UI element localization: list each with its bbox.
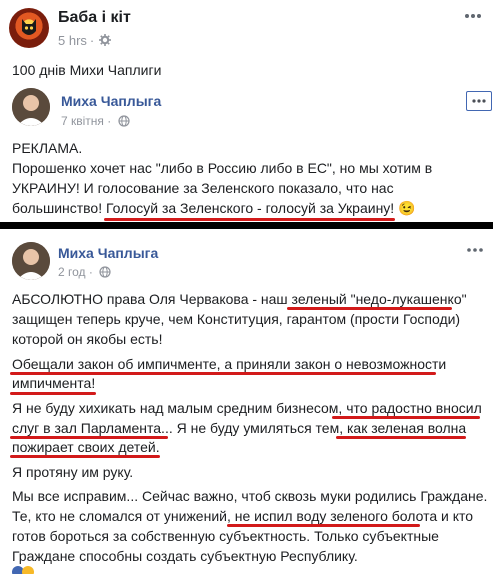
date-text[interactable]: 2 год <box>58 265 86 279</box>
meta-separator: · <box>107 114 112 128</box>
post-time[interactable]: 5 hrs <box>58 33 87 48</box>
more-options-icon[interactable] <box>463 10 483 22</box>
post-line: большинство! Голосуй за Зеленского - гол… <box>12 200 416 216</box>
person-photo-icon <box>12 242 50 280</box>
post-text: 100 днів Михи Чаплиги <box>12 62 162 78</box>
screenshot-post-1: Миха Чаплыга 7 квітня · РЕКЛАМА. Порошен… <box>0 80 493 221</box>
date-text[interactable]: 7 квітня <box>61 114 104 128</box>
post-line: Я протяну им руку. <box>12 464 134 480</box>
screenshot-post-2: Миха Чаплыга 2 год · АБСОЛЮТНО права Оля… <box>0 230 493 564</box>
post-line: Порошенко хочет нас "либо в Россию либо … <box>12 160 433 176</box>
meta-separator: · <box>88 265 93 279</box>
more-icon[interactable] <box>466 246 484 254</box>
author-name[interactable]: Миха Чаплыга <box>61 93 161 109</box>
post-line: которой он якобы есть! <box>12 331 163 347</box>
post-meta: 5 hrs · <box>58 33 112 48</box>
author-avatar <box>12 242 50 280</box>
author-date: 2 год · <box>58 265 111 279</box>
post-line: Мы все исправим... Сейчас важно, чтоб ск… <box>12 488 488 504</box>
red-underline <box>336 436 466 439</box>
red-underline <box>104 218 395 221</box>
reactions-icon[interactable] <box>12 562 52 574</box>
red-underline <box>10 455 160 458</box>
author-avatar <box>12 88 50 126</box>
more-options-button[interactable] <box>466 91 492 111</box>
author-name[interactable]: Миха Чаплыга <box>58 245 158 261</box>
page-name[interactable]: Баба і кіт <box>58 9 131 27</box>
post-line: РЕКЛАМА. <box>12 140 83 156</box>
post-line: Граждане способны создать субъектную Рес… <box>12 548 358 564</box>
post-line: УКРАИНУ! И голосование за Зеленского пок… <box>12 180 394 196</box>
globe-icon <box>118 115 130 127</box>
person-photo-icon <box>12 88 50 126</box>
post-line: готов бороться за собственную субъектнос… <box>12 528 439 544</box>
divider <box>0 222 493 229</box>
globe-icon <box>99 266 111 278</box>
cat-avatar-icon <box>22 19 36 35</box>
page-avatar[interactable] <box>9 8 49 48</box>
meta-separator: · <box>89 33 95 48</box>
gear-icon <box>99 34 112 46</box>
author-date: 7 квітня · <box>61 114 130 128</box>
red-underline <box>10 392 96 395</box>
post-line: импичмента! <box>12 375 96 391</box>
more-icon <box>472 99 486 103</box>
post-line: защищен теперь круче, чем Конституция, г… <box>12 311 461 327</box>
